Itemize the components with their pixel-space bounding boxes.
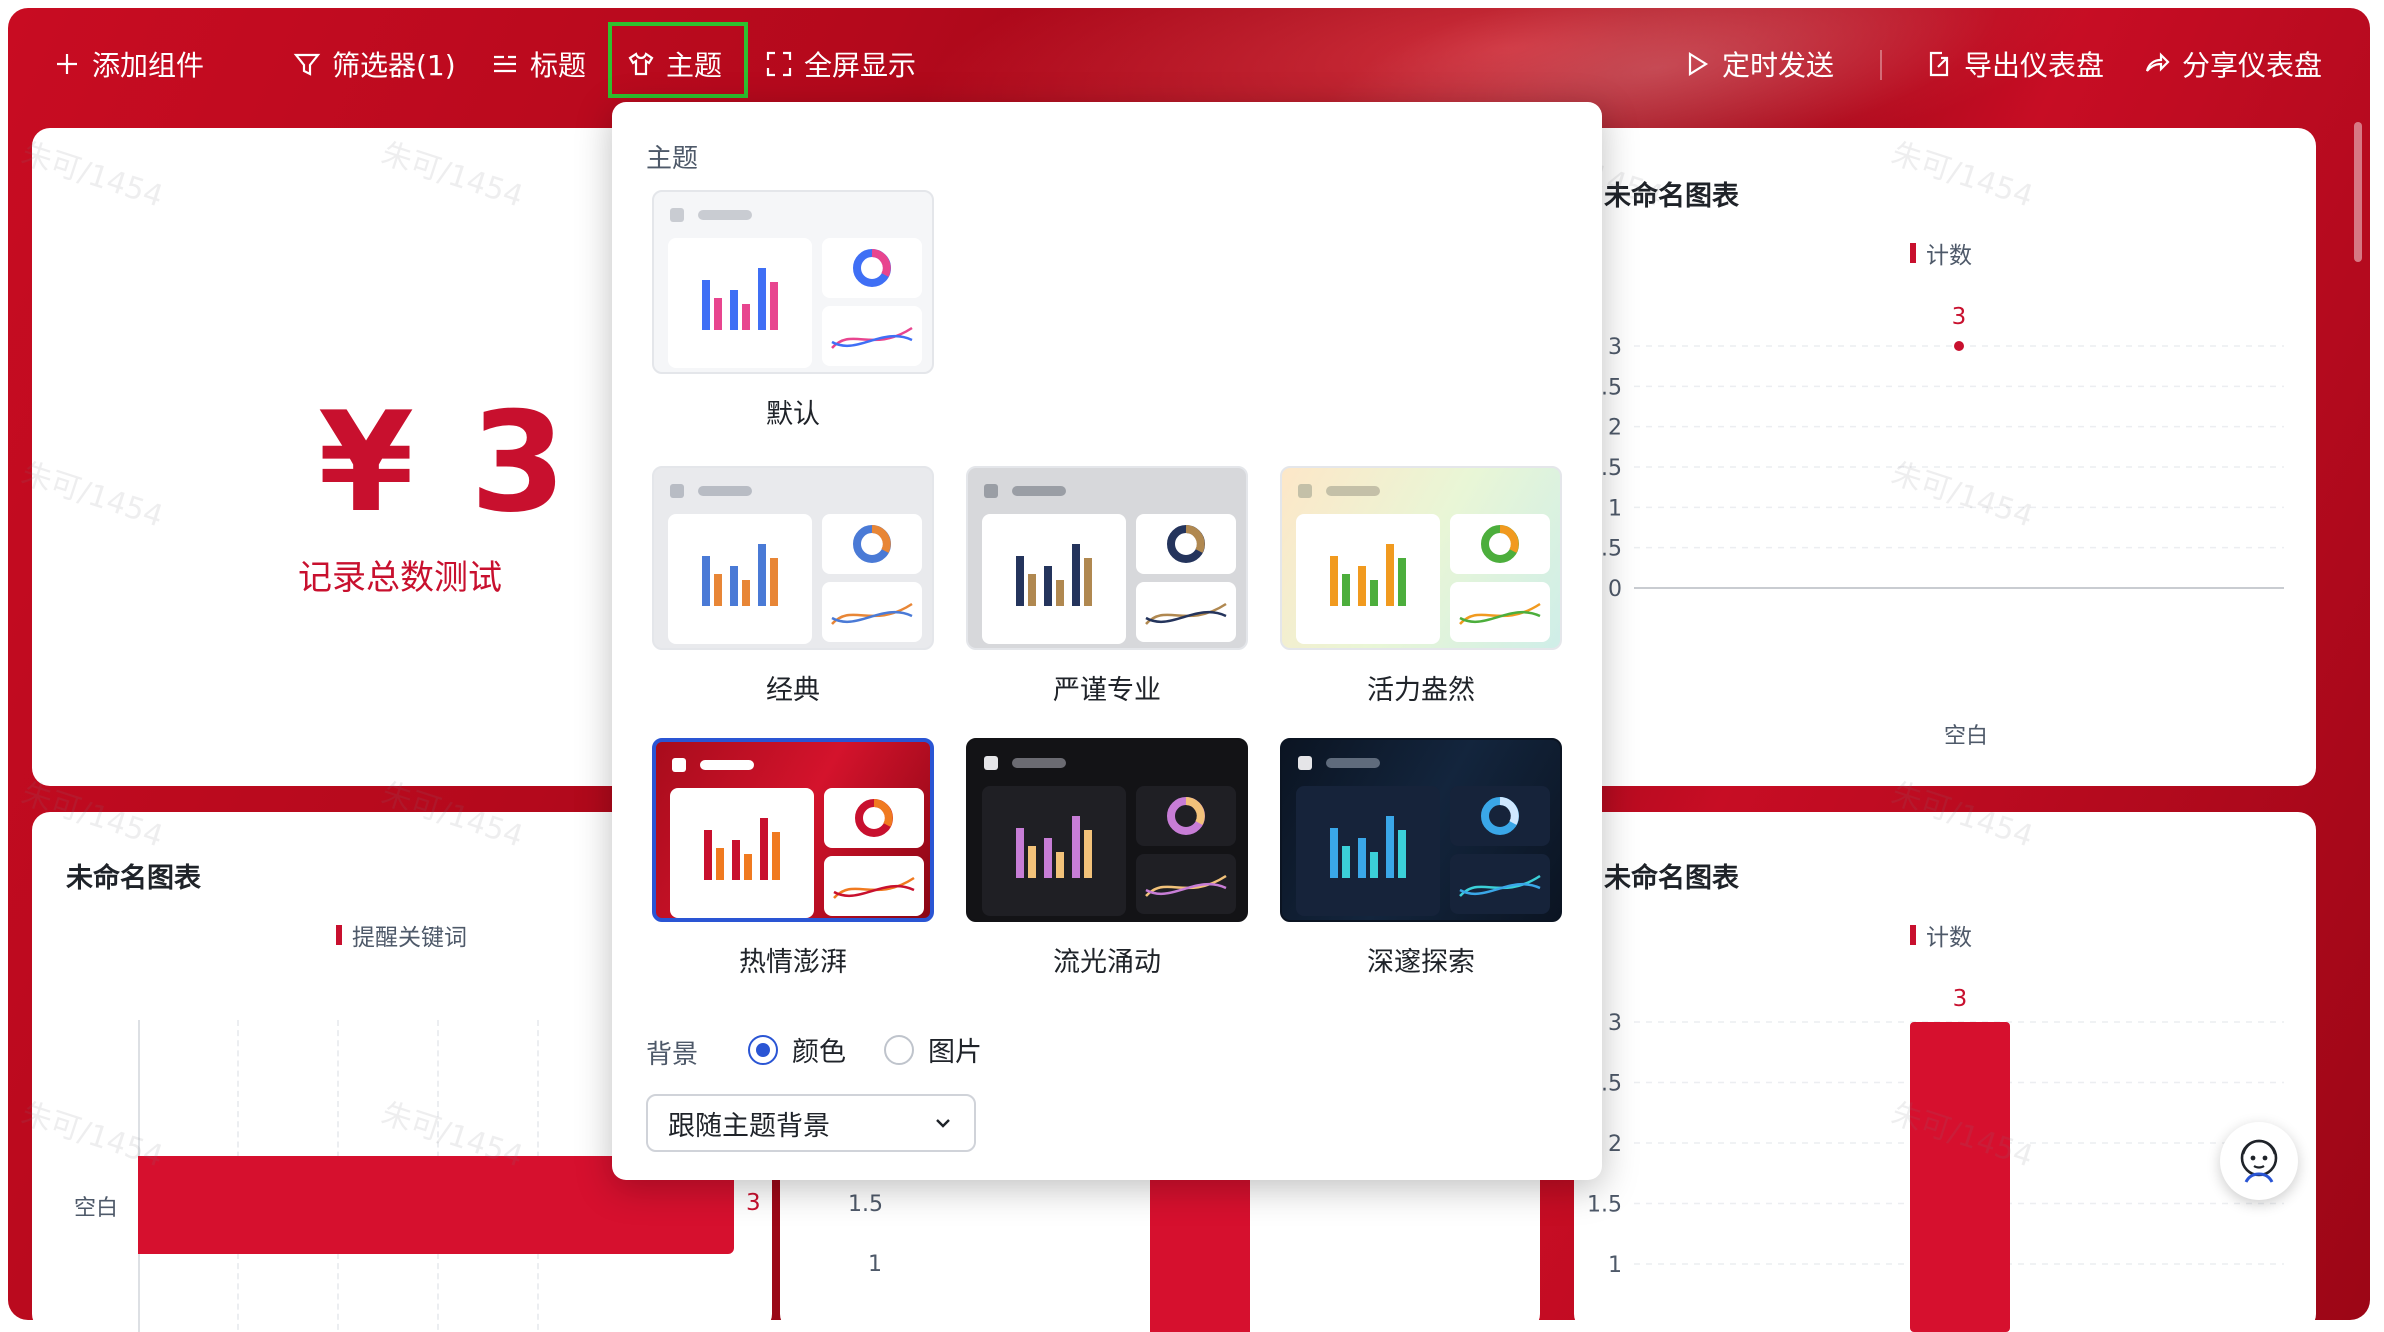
vertical-bar-plot: 32.521.513 [1587, 986, 2284, 1332]
theme-thumbnail [966, 466, 1248, 650]
share-dashboard-button[interactable]: 分享仪表盘 [2142, 36, 2322, 92]
export-dashboard-button[interactable]: 导出仪表盘 [1924, 36, 2104, 92]
radio-label: 图片 [928, 1037, 982, 1068]
assistant-button[interactable] [2220, 1122, 2298, 1200]
fullscreen-label: 全屏显示 [804, 49, 917, 82]
x-tick-label: 空白 [1944, 724, 1989, 749]
theme-thumbnail [652, 190, 934, 374]
data-label: 3 [1952, 304, 1967, 330]
y-tick-label: 1 [868, 1252, 882, 1277]
title-button[interactable]: 标题 [490, 36, 586, 92]
radio-circle [748, 1034, 778, 1065]
export-icon [1929, 51, 1949, 77]
theme-button[interactable]: 主题 [626, 36, 722, 92]
scrollbar[interactable] [2354, 122, 2362, 262]
add-component-label: 添加组件 [92, 49, 205, 82]
theme-thumbnail [966, 738, 1248, 922]
plus-icon [57, 54, 77, 74]
kpi-card[interactable]: ¥ 3 记录总数测试 [32, 128, 632, 786]
legend-label: 提醒关键词 [352, 925, 467, 951]
y-tick-label: 2 [1608, 1132, 1622, 1157]
theme-name: 经典 [766, 675, 820, 706]
data-label: 3 [746, 1190, 761, 1216]
theme-option-professional[interactable]: 严谨专业 [966, 466, 1248, 707]
theme-name: 深邃探索 [1367, 947, 1475, 978]
schedule-send-button[interactable]: 定时发送 [1682, 36, 1834, 92]
toolbar-divider [1880, 50, 1882, 80]
theme-option-deep-exploration[interactable]: 深邃探索 [1280, 738, 1562, 979]
share-dashboard-label: 分享仪表盘 [2182, 49, 2323, 82]
theme-name: 严谨专业 [1053, 675, 1161, 706]
play-icon [1688, 52, 1709, 76]
title-icon [494, 55, 516, 73]
background-select-value: 跟随主题背景 [668, 1110, 830, 1142]
chart-title: 未命名图表 [66, 863, 201, 894]
theme-option-vibrant[interactable]: 活力盎然 [1280, 466, 1562, 707]
y-tick-label: 3 [1608, 335, 1622, 360]
kpi-label: 记录总数测试 [298, 558, 502, 598]
background-select[interactable]: 跟随主题背景 [646, 1094, 976, 1152]
filter-button[interactable]: 筛选器(1) [292, 36, 456, 92]
chevron-down-icon [936, 1119, 950, 1128]
theme-thumbnail [652, 466, 934, 650]
vertical-bar-chart-card[interactable]: 未命名图表 计数 3 2.5 2 1.5 1 3 [1574, 812, 2316, 1332]
data-point[interactable] [1954, 341, 1964, 351]
theme-name: 热情澎湃 [739, 947, 847, 978]
bar[interactable] [1910, 1022, 2010, 1332]
theme-thumbnail [1280, 466, 1562, 650]
legend-swatch [336, 925, 342, 945]
theme-thumbnail [1280, 738, 1562, 922]
fullscreen-button[interactable]: 全屏显示 [764, 36, 916, 92]
filter-icon [293, 53, 321, 76]
y-tick-label: 3 [1608, 1011, 1622, 1036]
chart-legend: 提醒关键词 [336, 918, 467, 952]
theme-option-passion[interactable]: 热情澎湃 [652, 738, 934, 979]
title-label: 标题 [530, 49, 587, 82]
theme-name: 活力盎然 [1367, 675, 1475, 706]
theme-label: 主题 [666, 49, 723, 82]
kpi-value: ¥ 3 [318, 382, 571, 543]
background-color-radio[interactable]: 颜色 [748, 1030, 846, 1069]
theme-name: 流光涌动 [1053, 947, 1161, 978]
theme-section-title: 主题 [646, 144, 699, 174]
background-label: 背景 [646, 1040, 699, 1070]
line-chart-plot: 32.521.510.503 [1587, 304, 2284, 602]
theme-option-classic[interactable]: 经典 [652, 466, 934, 707]
theme-name: 默认 [766, 399, 820, 430]
filter-label: 筛选器(1) [332, 49, 456, 82]
y-tick-label: 空白 [74, 1196, 119, 1221]
theme-option-default[interactable]: 默认 [652, 190, 934, 431]
line-chart-card[interactable]: 未命名图表 计数 3 2.5 2 1.5 1 0.5 0 3 空白 [1574, 128, 2316, 786]
y-tick-label: 1 [1608, 1253, 1622, 1278]
y-tick-label: 1 [1608, 496, 1622, 521]
shirt-icon [628, 52, 654, 76]
theme-popover: 主题 默认 经典 严谨专业 活力盎然 热情澎湃 流光涌动 深邃探索 背景 颜色 … [612, 102, 1602, 1180]
y-tick-label: 1.5 [1587, 1193, 1622, 1218]
y-tick-label: 2 [1608, 416, 1622, 441]
assistant-avatar-icon [2240, 1139, 2278, 1183]
schedule-send-label: 定时发送 [1722, 49, 1835, 82]
background-image-radio[interactable]: 图片 [884, 1030, 982, 1069]
fullscreen-icon [766, 51, 792, 77]
radio-circle [884, 1034, 914, 1065]
add-component-button[interactable]: 添加组件 [52, 36, 204, 92]
theme-thumbnail [652, 738, 934, 922]
y-tick-label: 0 [1608, 577, 1622, 602]
radio-label: 颜色 [792, 1037, 846, 1068]
y-tick-label: 1.5 [848, 1192, 883, 1217]
data-label: 3 [1953, 986, 1968, 1012]
share-icon [2145, 52, 2170, 72]
export-dashboard-label: 导出仪表盘 [1964, 49, 2105, 82]
theme-option-flowing-light[interactable]: 流光涌动 [966, 738, 1248, 979]
